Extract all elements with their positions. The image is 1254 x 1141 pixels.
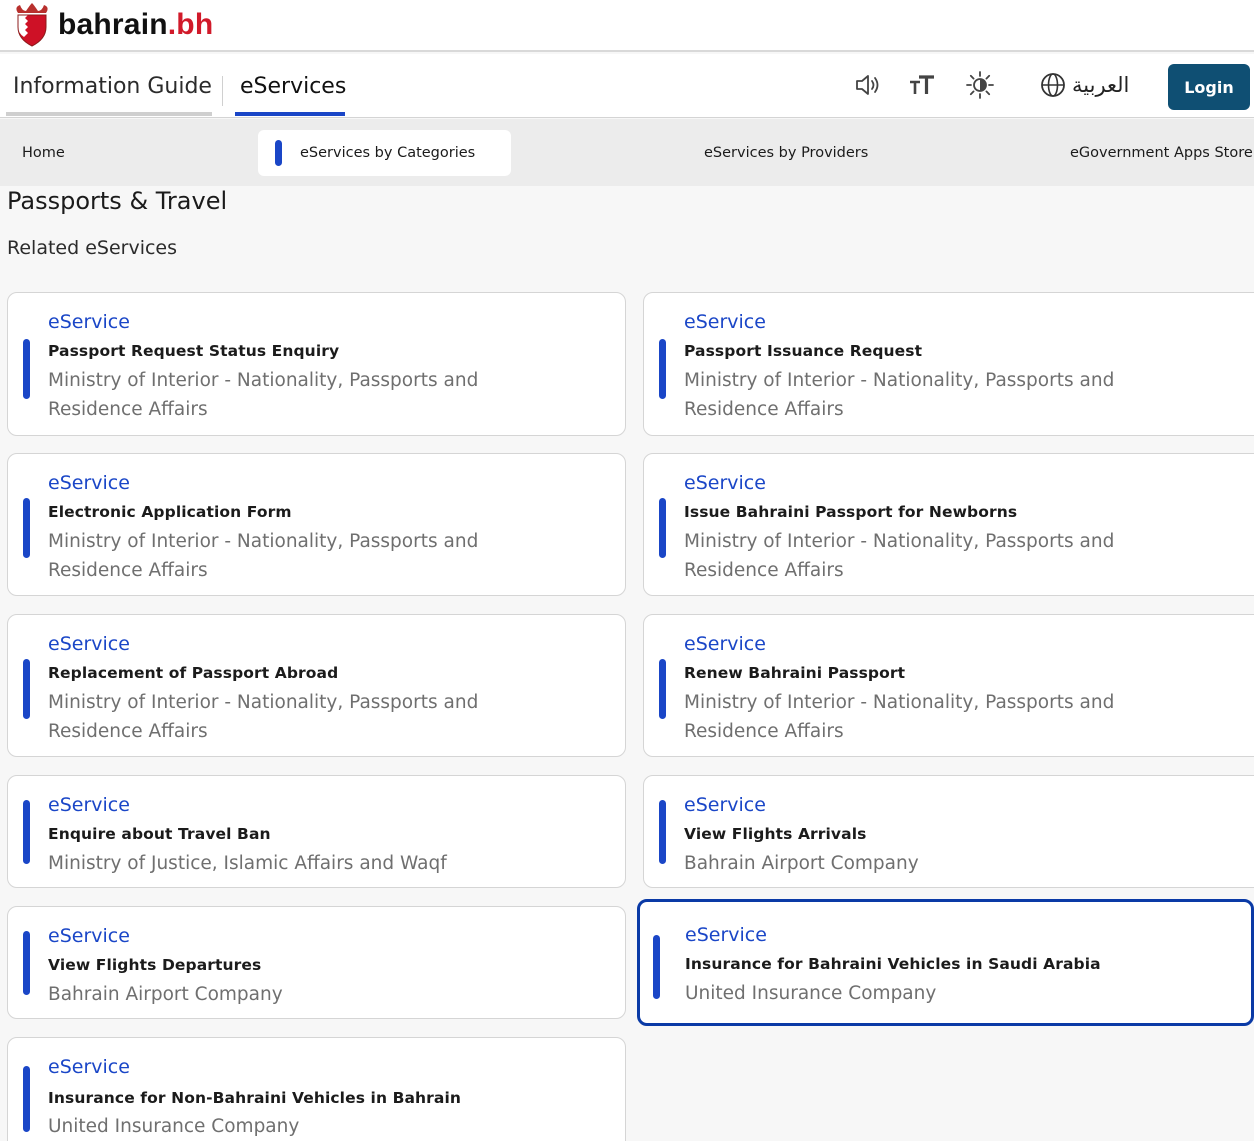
bahrain-emblem-icon [16,3,48,47]
submenu-home[interactable]: Home [22,145,65,161]
card-accent-bar [23,659,30,719]
contrast-button[interactable] [963,68,997,102]
card-kind: eService [48,311,130,333]
card-accent-bar [23,339,30,399]
submenu-eservices-by-providers[interactable]: eServices by Providers [704,145,868,161]
card-kind: eService [684,311,766,333]
language-label: العربية [1072,73,1130,97]
page-title: Passports & Travel [7,187,228,215]
card-title: Enquire about Travel Ban [48,825,271,843]
card-title: Insurance for Non-Bahraini Vehicles in B… [48,1089,462,1107]
card-accent-bar [23,931,30,995]
card-title: View Flights Departures [48,956,262,974]
login-button[interactable]: Login [1168,64,1250,110]
card-title: Insurance for Bahraini Vehicles in Saudi… [685,955,1101,973]
card-provider: Ministry of Interior - Nationality, Pass… [684,370,1115,420]
main-nav: Information Guide eServices العربية Logi… [0,54,1254,118]
tab-information-guide[interactable]: Information Guide [13,74,212,99]
card-provider: United Insurance Company [48,1116,300,1137]
eservice-card[interactable]: eService Passport Issuance Request Minis… [643,292,1254,436]
eservice-card-selected[interactable]: eService Insurance for Bahraini Vehicles… [637,899,1254,1026]
card-kind: eService [48,794,130,816]
language-switch[interactable]: العربية [1040,72,1129,98]
text-size-icon [910,75,934,94]
card-title: Passport Request Status Enquiry [48,342,340,360]
card-title: Renew Bahraini Passport [684,664,906,682]
site-name: bahrain.bh [58,8,214,41]
card-kind: eService [684,472,766,494]
top-bar: bahrain.bh [0,0,1254,52]
card-accent-bar [23,800,30,864]
card-provider: United Insurance Company [685,983,937,1004]
card-provider: Bahrain Airport Company [684,853,919,874]
eservice-card[interactable]: eService Passport Request Status Enquiry… [7,292,626,436]
card-kind: eService [48,472,130,494]
section-subtitle: Related eServices [7,237,178,259]
card-provider: Ministry of Interior - Nationality, Pass… [684,531,1115,581]
card-kind: eService [684,633,766,655]
card-accent-bar [23,1066,30,1132]
active-indicator [275,140,282,166]
card-title: Passport Issuance Request [684,342,923,360]
eservice-card[interactable]: eService View Flights Departures Bahrain… [7,906,626,1019]
card-accent-bar [23,498,30,558]
card-title: View Flights Arrivals [684,825,867,843]
tab-underline [6,112,212,116]
card-provider: Ministry of Interior - Nationality, Pass… [48,692,479,742]
card-accent-bar [659,498,666,558]
eservice-card[interactable]: eService Enquire about Travel Ban Minist… [7,775,626,888]
eservice-card[interactable]: eService Insurance for Non-Bahraini Vehi… [7,1037,626,1141]
eservice-card[interactable]: eService Replacement of Passport Abroad … [7,614,626,757]
tab-eservices[interactable]: eServices [240,74,346,99]
text-size-button[interactable] [905,68,939,102]
tab-divider [222,76,223,106]
card-kind: eService [48,925,130,947]
active-tab-indicator [235,112,345,116]
card-provider: Bahrain Airport Company [48,984,283,1005]
card-accent-bar [653,935,660,999]
card-title: Replacement of Passport Abroad [48,664,339,682]
globe-icon [1041,73,1065,97]
card-kind: eService [48,1056,130,1078]
card-title: Electronic Application Form [48,503,292,521]
card-provider: Ministry of Interior - Nationality, Pass… [48,531,479,581]
sub-menu: Home eServices by Categories eServices b… [0,119,1254,186]
card-accent-bar [659,339,666,399]
card-provider: Ministry of Interior - Nationality, Pass… [48,370,479,420]
eservice-card[interactable]: eService View Flights Arrivals Bahrain A… [643,775,1254,888]
eservice-card[interactable]: eService Issue Bahraini Passport for New… [643,453,1254,596]
card-accent-bar [659,659,666,719]
card-kind: eService [685,924,767,946]
card-accent-bar [659,800,666,864]
card-provider: Ministry of Interior - Nationality, Pass… [684,692,1115,742]
card-provider: Ministry of Justice, Islamic Affairs and… [48,853,447,874]
eservice-card[interactable]: eService Renew Bahraini Passport Ministr… [643,614,1254,757]
submenu-eservices-by-categories[interactable]: eServices by Categories [258,130,511,176]
brightness-icon [966,71,994,99]
submenu-egovernment-apps-store[interactable]: eGovernment Apps Store [1070,145,1253,161]
submenu-label: eServices by Categories [300,145,476,161]
text-to-speech-button[interactable] [850,68,884,102]
card-kind: eService [48,633,130,655]
card-title: Issue Bahraini Passport for Newborns [684,503,1018,521]
speaker-icon [856,75,879,95]
card-kind: eService [684,794,766,816]
site-logo[interactable]: bahrain.bh [12,3,213,47]
eservice-card[interactable]: eService Electronic Application Form Min… [7,453,626,596]
